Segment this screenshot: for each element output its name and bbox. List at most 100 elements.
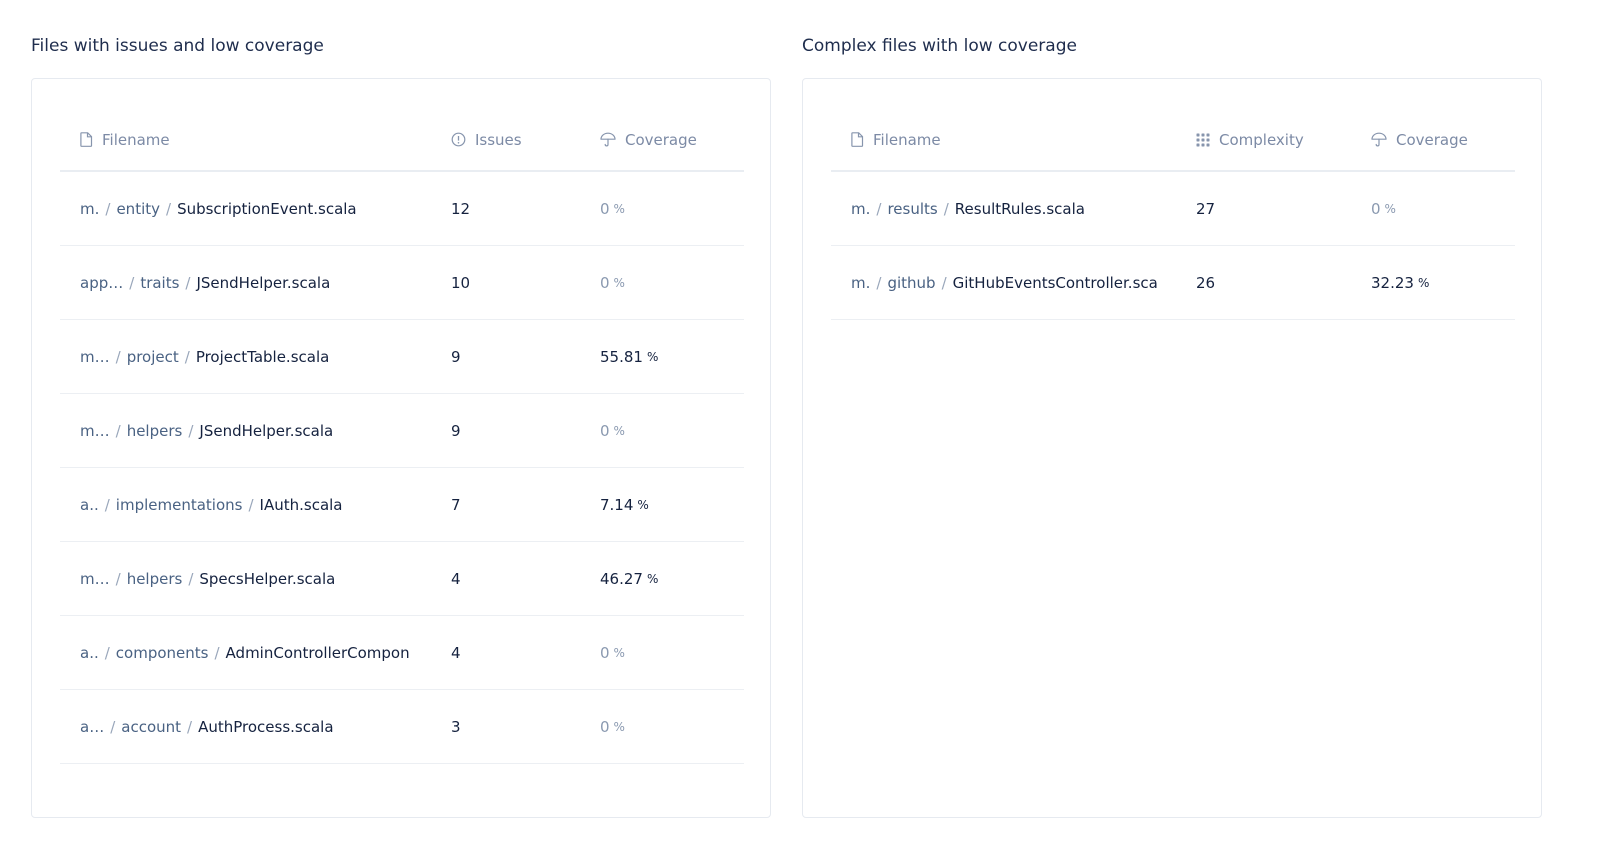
table-row[interactable]: m… / project / ProjectTable.scala 9 55.81% <box>60 320 744 394</box>
file-name[interactable]: GitHubEventsController.sca <box>953 274 1158 292</box>
column-header-complexity[interactable]: Complexity <box>1196 109 1304 170</box>
info-circle-icon <box>451 132 466 147</box>
path-dir[interactable]: github <box>887 274 935 292</box>
file-name[interactable]: AdminControllerCompon <box>226 644 410 662</box>
column-label: Filename <box>102 130 170 149</box>
coverage-value: 7.14% <box>600 468 649 541</box>
table-row[interactable]: m. / results / ResultRules.scala 27 0% <box>831 172 1515 246</box>
file-name[interactable]: JSendHelper.scala <box>196 274 330 292</box>
table-body: m. / entity / SubscriptionEvent.scala 12 0% … <box>60 172 744 764</box>
coverage-value: 46.27% <box>600 542 658 615</box>
column-header-issues[interactable]: Issues <box>451 109 522 170</box>
path-prefix: a… <box>80 717 105 736</box>
issues-table: Filename Issues Coverage m. / entity / Subsc… <box>60 109 744 764</box>
path-dir[interactable]: traits <box>140 274 179 292</box>
table-row[interactable]: m… / helpers / JSendHelper.scala 9 0% <box>60 394 744 468</box>
path-separator: / <box>104 495 110 514</box>
file-name[interactable]: SubscriptionEvent.scala <box>177 200 357 218</box>
coverage-number: 0 <box>600 421 610 440</box>
table-header: Filename Complexity Coverage <box>831 109 1515 172</box>
table-header: Filename Issues Coverage <box>60 109 744 172</box>
filename-cell[interactable]: a… / account / AuthProcess.scala <box>80 690 412 763</box>
coverage-unit: % <box>613 423 625 438</box>
coverage-number: 46.27 <box>600 569 643 588</box>
path-separator: / <box>248 495 254 514</box>
filename-cell[interactable]: app… / traits / JSendHelper.scala <box>80 246 412 319</box>
coverage-unit: % <box>1417 275 1430 290</box>
path-dir[interactable]: components <box>116 644 209 662</box>
issues-card: Filename Issues Coverage m. / entity / Subsc… <box>31 78 771 818</box>
path-prefix: m… <box>80 421 110 440</box>
path-prefix: a.. <box>80 643 99 662</box>
coverage-unit: % <box>646 349 659 364</box>
table-row[interactable]: a… / account / AuthProcess.scala 3 0% <box>60 690 744 764</box>
coverage-number: 55.81 <box>600 347 643 366</box>
file-name[interactable]: AuthProcess.scala <box>198 718 333 736</box>
path-separator: / <box>943 199 949 218</box>
coverage-number: 0 <box>600 199 610 218</box>
filename-cell[interactable]: m. / github / GitHubEventsController.sca <box>851 246 1159 319</box>
coverage-unit: % <box>613 201 625 216</box>
path-prefix: app… <box>80 273 124 292</box>
path-dir[interactable]: helpers <box>127 422 183 440</box>
file-name[interactable]: ProjectTable.scala <box>196 348 330 366</box>
column-label: Issues <box>475 130 522 149</box>
path-separator: / <box>214 643 220 662</box>
column-label: Coverage <box>625 130 697 149</box>
path-separator: / <box>166 199 172 218</box>
table-row[interactable]: m. / github / GitHubEventsController.sca 26 … <box>831 246 1515 320</box>
file-name[interactable]: JSendHelper.scala <box>199 422 333 440</box>
file-icon <box>851 132 864 147</box>
coverage-value: 0% <box>600 616 625 689</box>
coverage-number: 0 <box>600 273 610 292</box>
file-name[interactable]: ResultRules.scala <box>955 200 1085 218</box>
issues-count: 4 <box>451 569 461 588</box>
table-row[interactable]: a.. / components / AdminControllerCompon 4 0… <box>60 616 744 690</box>
issues-count: 12 <box>451 199 471 218</box>
column-header-coverage[interactable]: Coverage <box>600 109 697 170</box>
filename-cell[interactable]: m… / project / ProjectTable.scala <box>80 320 412 393</box>
coverage-number: 7.14 <box>600 495 634 514</box>
coverage-value: 0% <box>1371 172 1396 245</box>
coverage-value: 0% <box>600 394 625 467</box>
filename-cell[interactable]: m… / helpers / JSendHelper.scala <box>80 394 412 467</box>
filename-cell[interactable]: a.. / components / AdminControllerCompon <box>80 616 412 689</box>
path-dir[interactable]: implementations <box>116 496 243 514</box>
path-prefix: a.. <box>80 495 99 514</box>
issues-count: 10 <box>451 273 471 292</box>
filename-cell[interactable]: m… / helpers / SpecsHelper.scala <box>80 542 412 615</box>
path-separator: / <box>129 273 135 292</box>
coverage-number: 0 <box>1371 199 1381 218</box>
path-separator: / <box>115 569 121 588</box>
issues-count: 3 <box>451 717 461 736</box>
path-dir[interactable]: helpers <box>127 570 183 588</box>
file-icon <box>80 132 93 147</box>
umbrella-icon <box>1371 132 1387 147</box>
column-header-filename[interactable]: Filename <box>80 109 170 170</box>
column-label: Complexity <box>1219 130 1304 149</box>
file-name[interactable]: SpecsHelper.scala <box>199 570 335 588</box>
panel-title: Files with issues and low coverage <box>31 36 324 56</box>
filename-cell[interactable]: a.. / implementations / IAuth.scala <box>80 468 412 541</box>
path-dir[interactable]: account <box>121 718 181 736</box>
table-row[interactable]: m. / entity / SubscriptionEvent.scala 12 0% <box>60 172 744 246</box>
filename-cell[interactable]: m. / entity / SubscriptionEvent.scala <box>80 172 412 245</box>
file-name[interactable]: IAuth.scala <box>260 496 343 514</box>
column-header-coverage[interactable]: Coverage <box>1371 109 1468 170</box>
path-separator: / <box>876 273 882 292</box>
filename-cell[interactable]: m. / results / ResultRules.scala <box>851 172 1159 245</box>
path-dir[interactable]: project <box>127 348 179 366</box>
complexity-value: 27 <box>1196 199 1216 218</box>
coverage-value: 0% <box>600 246 625 319</box>
table-row[interactable]: m… / helpers / SpecsHelper.scala 4 46.27% <box>60 542 744 616</box>
coverage-unit: % <box>613 275 625 290</box>
coverage-unit: % <box>613 719 625 734</box>
coverage-unit: % <box>1384 201 1396 216</box>
path-separator: / <box>104 643 110 662</box>
table-row[interactable]: app… / traits / JSendHelper.scala 10 0% <box>60 246 744 320</box>
column-header-filename[interactable]: Filename <box>851 109 941 170</box>
table-row[interactable]: a.. / implementations / IAuth.scala 7 7.14% <box>60 468 744 542</box>
path-dir[interactable]: results <box>887 200 937 218</box>
coverage-value: 0% <box>600 172 625 245</box>
path-dir[interactable]: entity <box>116 200 160 218</box>
